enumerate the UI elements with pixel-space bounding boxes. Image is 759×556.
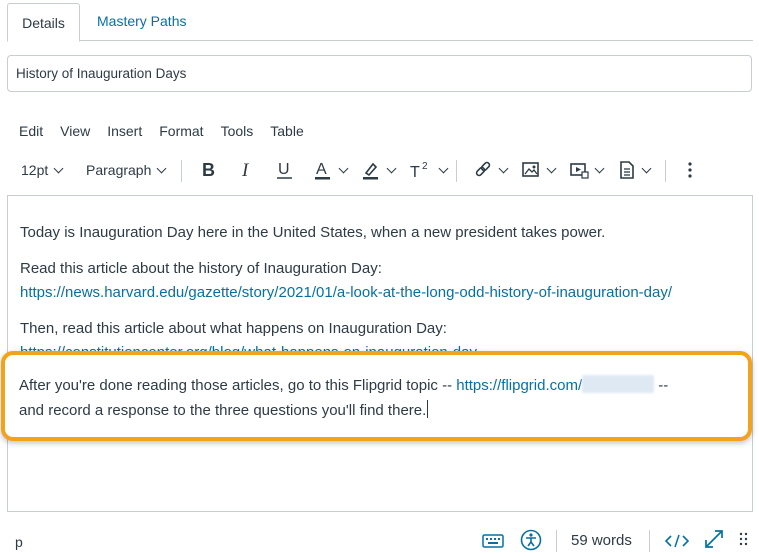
tab-mastery-paths[interactable]: Mastery Paths [97,13,186,29]
statusbar-separator [649,530,650,552]
menu-insert[interactable]: Insert [107,123,142,139]
title-input[interactable]: History of Inauguration Days [7,55,752,92]
editor-statusbar: p 59 words [0,524,759,556]
more-button[interactable] [683,152,697,188]
bold-icon: B [202,160,215,180]
chevron-down-icon [386,163,397,173]
resize-handle[interactable] [739,531,749,554]
svg-text:U: U [278,161,290,178]
link-button[interactable] [473,152,509,188]
word-count: 59 words [571,532,632,549]
toolbar-separator [456,160,457,182]
menu-format[interactable]: Format [159,123,203,139]
chevron-down-icon [338,163,349,173]
image-button[interactable] [521,152,557,188]
toolbar-separator [181,160,182,182]
harvard-article-link[interactable]: https://news.harvard.edu/gazette/story/2… [20,284,672,301]
font-size-select[interactable]: 12pt [21,152,64,188]
more-icon [688,162,692,178]
paragraph-then-read: Then, read this article about what happe… [20,320,447,337]
tab-bar: Details Mastery Paths [0,0,759,42]
element-path[interactable]: p [15,534,23,550]
svg-text:T: T [410,164,420,181]
statusbar-separator [556,530,557,552]
text-color-icon: A [315,161,330,180]
tab-details[interactable]: Details [7,3,80,42]
underline-button[interactable]: U [274,152,296,188]
accessibility-icon [520,529,542,551]
block-format-select[interactable]: Paragraph [86,152,167,188]
flipgrid-line-1: After you're done reading those articles… [19,375,668,397]
superscript-button[interactable]: T2 [409,152,449,188]
fullscreen-button[interactable] [703,528,725,555]
redacted-topic-code [582,375,655,393]
paragraph-read-article: Read this article about the history of I… [20,260,382,277]
flipgrid-link[interactable]: https://flipgrid.com/ [456,377,582,394]
fullscreen-icon [705,530,723,548]
text-color-button[interactable]: A [313,152,349,188]
highlighted-paragraph-callout: After you're done reading those articles… [1,351,752,441]
chevron-down-icon [156,163,167,173]
text-cursor [427,400,429,418]
underline-icon: U [277,161,292,179]
link-icon [475,161,491,177]
bold-button[interactable]: B [198,152,220,188]
editor-menubar: Edit View Insert Format Tools Table [19,123,321,139]
italic-button[interactable]: I [236,152,258,188]
keyboard-icon [482,534,504,548]
html-editor-icon [664,534,690,548]
paragraph-intro: Today is Inauguration Day here in the Un… [20,224,606,241]
toolbar-separator [665,160,666,182]
block-format-value: Paragraph [86,162,152,178]
chevron-down-icon [546,163,557,173]
media-icon [570,163,589,179]
tab-divider [80,40,753,41]
media-button[interactable] [569,152,605,188]
menu-table[interactable]: Table [270,123,303,139]
flipgrid-suffix: -- [654,377,669,394]
flipgrid-line-2-text: and record a response to the three quest… [19,402,427,419]
chevron-down-icon [594,163,605,173]
svg-text:B: B [202,160,215,180]
italic-icon: I [241,160,250,181]
document-button[interactable] [618,152,652,188]
accessibility-checker-button[interactable] [520,529,542,556]
image-icon [522,162,539,177]
flipgrid-prefix: After you're done reading those articles… [19,377,457,394]
svg-text:I: I [241,160,250,181]
menu-edit[interactable]: Edit [19,123,43,139]
highlight-color-button[interactable] [361,152,397,188]
chevron-down-icon [498,163,509,173]
flipgrid-line-2: and record a response to the three quest… [19,400,429,422]
svg-text:2: 2 [422,161,428,172]
menu-view[interactable]: View [60,123,90,139]
chevron-down-icon [438,163,449,173]
superscript-icon: T2 [410,161,428,181]
menu-tools[interactable]: Tools [221,123,254,139]
chevron-down-icon [641,163,652,173]
highlight-color-icon [363,162,378,180]
resize-handle-icon [739,532,748,546]
editor-toolbar: 12pt Paragraph B I U A T2 [0,152,759,188]
svg-text:A: A [316,161,327,178]
paragraph-harvard-link-line: https://news.harvard.edu/gazette/story/2… [20,282,672,304]
font-size-value: 12pt [21,162,49,178]
chevron-down-icon [53,163,64,173]
keyboard-shortcuts-button[interactable] [482,530,504,555]
document-icon [620,161,634,179]
html-editor-toggle[interactable] [664,531,690,556]
